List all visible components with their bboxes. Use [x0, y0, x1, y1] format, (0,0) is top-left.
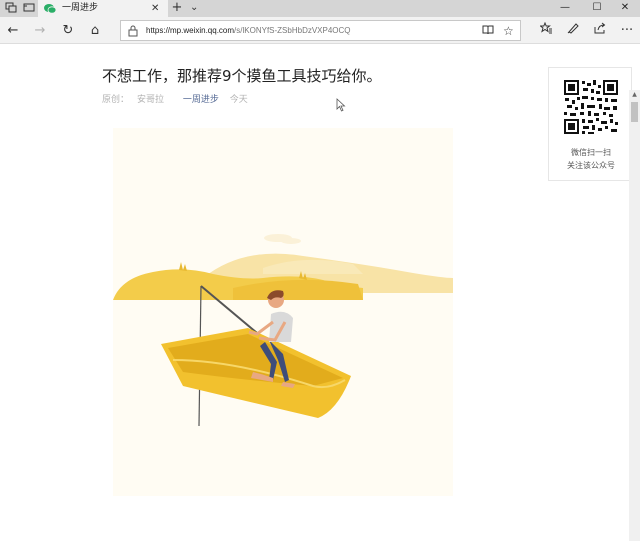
new-tab-button[interactable]: +	[170, 0, 184, 16]
article-meta: 原创： 安哥拉 一周进步 今天	[102, 94, 256, 106]
reading-view-icon[interactable]	[482, 24, 494, 38]
notes-icon[interactable]	[563, 21, 583, 41]
tab-preview-icon[interactable]	[4, 2, 18, 15]
tab-list-chevron-icon[interactable]: ⌄	[190, 1, 198, 15]
fishing-boat-illustration	[113, 234, 453, 427]
vertical-scrollbar[interactable]: ▲	[629, 90, 640, 541]
url-text[interactable]: https://mp.weixin.qq.com/s/lKONYfS-ZSbHb…	[146, 25, 351, 37]
qr-caption-scan: 微信扫一扫	[571, 148, 611, 157]
qr-code-panel: 微信扫一扫 关注该公众号	[548, 67, 632, 181]
address-bar[interactable]: https://mp.weixin.qq.com/s/lKONYfS-ZSbHb…	[120, 20, 521, 41]
original-label: 原创： 安哥拉	[102, 95, 165, 105]
tab-title: 一周进步	[62, 3, 99, 13]
active-tab[interactable]: 一周进步 ✕	[38, 0, 168, 17]
scroll-thumb[interactable]	[631, 102, 638, 122]
wechat-icon	[44, 4, 56, 14]
more-icon[interactable]: ···	[617, 21, 637, 41]
article-title: 不想工作，那推荐9个摸鱼工具技巧给你。	[102, 67, 382, 85]
maximize-button[interactable]: ☐	[582, 0, 612, 17]
minimize-button[interactable]: —	[550, 0, 580, 17]
refresh-button[interactable]: ↻	[58, 21, 78, 41]
article-illustration	[113, 128, 453, 496]
forward-button[interactable]: →	[30, 21, 50, 41]
author-link[interactable]: 安哥拉	[137, 95, 164, 105]
back-button[interactable]: ←	[3, 21, 23, 41]
navigation-bar: ← → ↻ ⌂ https://mp.weixin.qq.com/s/lKONY…	[0, 17, 640, 44]
tab-strip: 一周进步 ✕ + ⌄ — ☐ ✕	[0, 0, 640, 17]
qr-code-image	[563, 79, 619, 135]
star-icon[interactable]: ☆	[503, 24, 514, 38]
share-icon[interactable]	[590, 21, 610, 41]
mouse-cursor-icon	[336, 98, 346, 112]
page-content: 不想工作，那推荐9个摸鱼工具技巧给你。 原创： 安哥拉 一周进步 今天 微信扫一…	[0, 45, 640, 541]
tab-close-button[interactable]: ✕	[151, 2, 159, 15]
set-aside-tabs-icon[interactable]	[22, 2, 36, 15]
window-close-button[interactable]: ✕	[610, 0, 640, 17]
lock-icon	[128, 25, 138, 37]
scroll-up-arrow-icon[interactable]: ▲	[629, 90, 640, 100]
account-link[interactable]: 一周进步	[183, 95, 219, 105]
publish-date: 今天	[229, 95, 248, 105]
home-button[interactable]: ⌂	[85, 21, 105, 41]
favorites-icon[interactable]	[536, 21, 556, 41]
qr-caption-follow: 关注该公众号	[567, 161, 615, 170]
